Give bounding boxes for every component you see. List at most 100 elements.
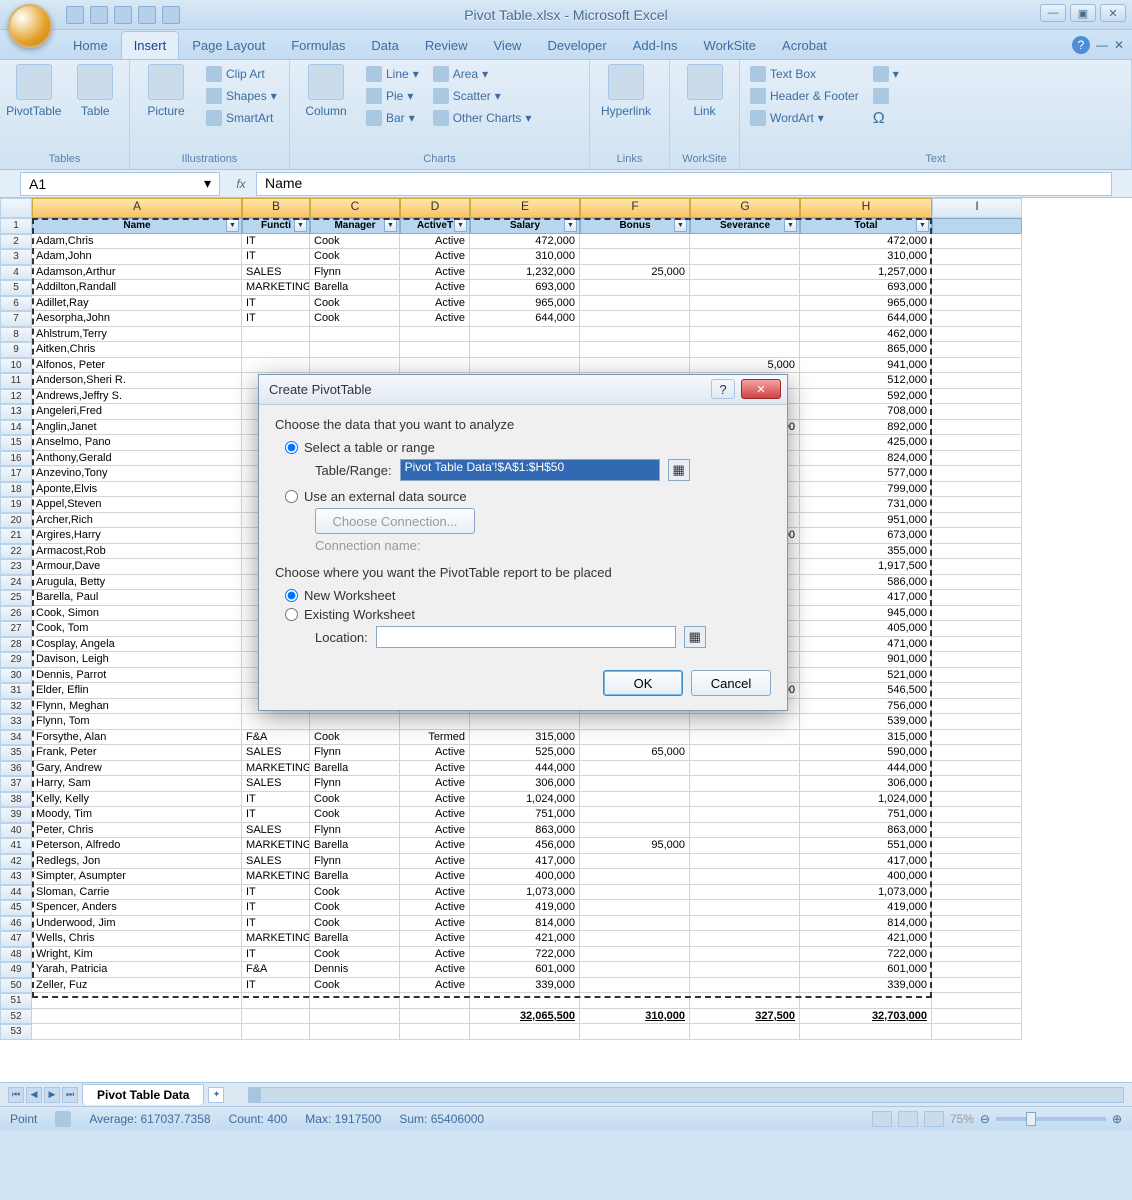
row-header[interactable]: 14 [0,420,32,436]
cell[interactable]: IT [242,978,310,994]
cell[interactable]: 590,000 [800,745,932,761]
close-button[interactable]: ✕ [1100,4,1126,22]
cell[interactable]: 751,000 [470,807,580,823]
cell[interactable]: Barella [310,761,400,777]
row-header[interactable]: 41 [0,838,32,854]
cell[interactable] [400,327,470,343]
table-header-manager[interactable]: Manager▼ [310,218,400,234]
table-header-bonus[interactable]: Bonus▼ [580,218,690,234]
cell[interactable]: 525,000 [470,745,580,761]
ribbon-tab-formulas[interactable]: Formulas [278,31,358,59]
ribbon-tab-acrobat[interactable]: Acrobat [769,31,840,59]
cell[interactable]: 1,073,000 [470,885,580,901]
cell[interactable]: SALES [242,854,310,870]
cell[interactable]: 756,000 [800,699,932,715]
cell[interactable]: 306,000 [470,776,580,792]
cell[interactable]: Cook [310,807,400,823]
cell[interactable]: 824,000 [800,451,932,467]
cell[interactable] [310,1024,400,1040]
signature-button[interactable]: ▾ [869,64,903,84]
filter-button[interactable]: ▼ [564,219,577,232]
zoom-in-icon[interactable]: ⊕ [1112,1112,1122,1126]
row-header[interactable]: 51 [0,993,32,1009]
column-header-C[interactable]: C [310,198,400,218]
cell[interactable]: 965,000 [800,296,932,312]
cell[interactable]: Barella [310,931,400,947]
cell[interactable] [400,1024,470,1040]
pivottable-button[interactable]: PivotTable [6,64,62,118]
cell[interactable] [690,947,800,963]
cell[interactable]: Adam,John [32,249,242,265]
cell[interactable] [932,373,1022,389]
cell[interactable]: F&A [242,730,310,746]
cell[interactable]: Adillet,Ray [32,296,242,312]
horizontal-scrollbar[interactable] [248,1087,1124,1103]
cell[interactable]: 673,000 [800,528,932,544]
cell[interactable]: 456,000 [470,838,580,854]
dialog-help-button[interactable]: ? [711,379,735,399]
cell[interactable]: 310,000 [470,249,580,265]
headerfooter-button[interactable]: Header & Footer [746,86,863,106]
cell[interactable] [690,1024,800,1040]
cell[interactable] [932,978,1022,994]
pie-chart-button[interactable]: Pie▾ [362,86,423,106]
cell[interactable]: 310,000 [800,249,932,265]
cell[interactable] [932,513,1022,529]
cell[interactable]: 444,000 [800,761,932,777]
cell[interactable] [400,358,470,374]
cell[interactable]: 400,000 [470,869,580,885]
column-header-H[interactable]: H [800,198,932,218]
cell[interactable] [690,714,800,730]
cell[interactable] [580,854,690,870]
cell[interactable]: 731,000 [800,497,932,513]
cell[interactable]: Active [400,885,470,901]
cell[interactable]: Frank, Peter [32,745,242,761]
row-header[interactable]: 43 [0,869,32,885]
bar-chart-button[interactable]: Bar▾ [362,108,423,128]
cell[interactable] [690,776,800,792]
cell[interactable]: IT [242,234,310,250]
cell[interactable]: SALES [242,265,310,281]
cell[interactable]: Aitken,Chris [32,342,242,358]
row-header[interactable]: 29 [0,652,32,668]
cell[interactable]: Cook [310,885,400,901]
row-header[interactable]: 34 [0,730,32,746]
cell[interactable]: Active [400,823,470,839]
column-header-I[interactable]: I [932,198,1022,218]
cell[interactable] [932,916,1022,932]
row-header[interactable]: 24 [0,575,32,591]
cell[interactable]: 421,000 [800,931,932,947]
column-header-B[interactable]: B [242,198,310,218]
row-header[interactable]: 25 [0,590,32,606]
cell[interactable] [932,280,1022,296]
cell[interactable]: 892,000 [800,420,932,436]
cell[interactable] [690,962,800,978]
row-header[interactable]: 11 [0,373,32,389]
cell[interactable]: 405,000 [800,621,932,637]
cell[interactable]: Addilton,Randall [32,280,242,296]
cell[interactable]: Cosplay, Angela [32,637,242,653]
cell[interactable]: Flynn [310,776,400,792]
cell[interactable]: Active [400,931,470,947]
cell[interactable]: Cook [310,730,400,746]
cell[interactable]: Wells, Chris [32,931,242,947]
row-header[interactable]: 19 [0,497,32,513]
column-header-D[interactable]: D [400,198,470,218]
cell[interactable]: Barella [310,280,400,296]
cell[interactable]: Angeleri,Fred [32,404,242,420]
cell[interactable] [580,730,690,746]
cell[interactable]: 315,000 [800,730,932,746]
cell[interactable]: 5,000 [690,358,800,374]
cell[interactable]: 339,000 [470,978,580,994]
cell[interactable]: 25,000 [580,265,690,281]
cell[interactable]: Cook [310,249,400,265]
cell[interactable]: 814,000 [470,916,580,932]
scroll-thumb[interactable] [249,1088,261,1102]
cell[interactable]: 592,000 [800,389,932,405]
cell[interactable]: Active [400,838,470,854]
cell[interactable] [932,1009,1022,1025]
page-break-view-icon[interactable] [924,1111,944,1127]
cell[interactable] [690,296,800,312]
cell[interactable]: Zeller, Fuz [32,978,242,994]
filter-button[interactable]: ▼ [674,219,687,232]
